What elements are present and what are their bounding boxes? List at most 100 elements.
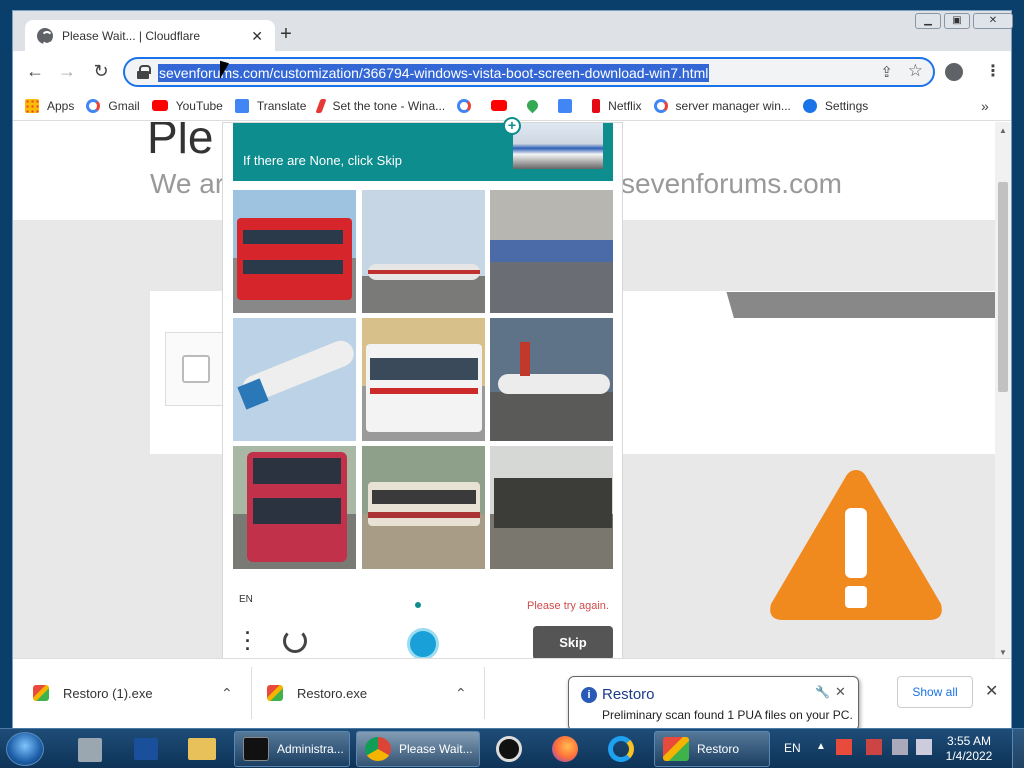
close-notification-icon[interactable]: ✕ (835, 684, 846, 700)
download-item[interactable]: Restoro.exe ⌃ (267, 659, 485, 727)
bookmarks-overflow-icon[interactable]: » (981, 98, 989, 114)
taskbar-window-restoro[interactable]: Restoro (654, 731, 770, 767)
bookmark-gmail[interactable]: Gmail (86, 98, 140, 113)
skip-button[interactable]: Skip (533, 626, 613, 660)
captcha-refresh-icon[interactable] (283, 629, 307, 653)
bookmark-translate[interactable]: Translate (234, 98, 306, 113)
page-subtitle-right: sevenforums.com (621, 168, 842, 199)
captcha-instruction: If there are None, click Skip (243, 153, 402, 168)
captcha-image-tile[interactable] (362, 446, 485, 569)
url-text[interactable]: sevenforums.com/customization/366794-win… (158, 64, 710, 82)
page-heading: Ple (147, 122, 214, 163)
tab-title: Please Wait... | Cloudflare (62, 29, 201, 43)
scroll-down-icon[interactable]: ▼ (999, 648, 1007, 657)
bookmark-maps[interactable] (524, 97, 546, 114)
lightning-icon (315, 98, 327, 113)
volume-icon[interactable] (916, 739, 932, 755)
restoro-file-icon (267, 685, 283, 701)
captcha-image-tile[interactable] (362, 190, 485, 313)
captcha-image-tile[interactable] (490, 318, 613, 441)
powershell-icon[interactable] (122, 732, 170, 766)
window-controls: ▁ ▣ ✕ (915, 13, 1013, 29)
bookmark-apps[interactable]: Apps (25, 98, 74, 113)
translate-icon (558, 98, 573, 113)
scrollbar-thumb[interactable] (998, 182, 1008, 392)
scroll-up-icon[interactable]: ▲ (999, 126, 1007, 135)
internet-explorer-icon[interactable] (596, 732, 644, 766)
chrome-menu-icon[interactable]: ⋮ (985, 61, 1001, 81)
restoro-tray-icon[interactable] (836, 739, 852, 755)
google-icon (86, 98, 101, 113)
bookmark-youtube[interactable]: YouTube (151, 99, 223, 113)
captcha-language[interactable]: EN (239, 594, 253, 605)
back-arrow-icon[interactable]: ← (23, 59, 47, 83)
bookmark-settings[interactable]: Settings (802, 98, 868, 113)
browser-tab[interactable]: Please Wait... | Cloudflare ✕ (25, 20, 275, 52)
network-icon[interactable] (892, 739, 908, 755)
lock-icon[interactable] (137, 65, 151, 79)
taskbar-window-chrome[interactable]: Please Wait... (356, 731, 480, 767)
captcha-error-message: Please try again. (527, 600, 609, 612)
show-all-button[interactable]: Show all (897, 676, 973, 708)
plus-icon: + (503, 117, 521, 135)
address-bar[interactable]: sevenforums.com/customization/366794-win… (123, 57, 935, 87)
minimize-button[interactable]: ▁ (915, 13, 941, 29)
browser-window: Please Wait... | Cloudflare ✕ + ▁ ▣ ✕ ← … (12, 10, 1013, 728)
download-item[interactable]: Restoro (1).exe ⌃ (33, 659, 251, 727)
bookmark-translate-2[interactable] (558, 98, 580, 113)
server-manager-icon[interactable] (66, 732, 114, 766)
close-window-button[interactable]: ✕ (973, 13, 1013, 29)
bookmark-netflix[interactable]: Netflix (592, 98, 642, 113)
start-button[interactable] (6, 732, 44, 766)
action-center-flag-icon[interactable] (866, 739, 882, 755)
new-tab-button[interactable]: + (275, 23, 297, 45)
bookmark-google[interactable] (457, 98, 479, 113)
chevron-up-icon[interactable]: ⌃ (221, 685, 233, 702)
bookmark-server-manager[interactable]: server manager win... (653, 98, 791, 113)
tab-close-icon[interactable]: ✕ (251, 28, 263, 45)
notification-message: Preliminary scan found 1 PUA files on yo… (602, 708, 853, 722)
share-icon[interactable]: ⇪ (880, 63, 893, 81)
title-bar: Please Wait... | Cloudflare ✕ + ▁ ▣ ✕ (13, 11, 1013, 52)
verify-checkbox[interactable] (182, 355, 210, 383)
tray-expand-icon[interactable]: ▲ (816, 741, 826, 752)
captcha-image-tile[interactable] (233, 190, 356, 313)
page-scrollbar[interactable]: ▲ ▼ (995, 122, 1011, 658)
chevron-up-icon[interactable]: ⌃ (455, 685, 467, 702)
hcaptcha-hand-icon (407, 628, 439, 660)
input-language[interactable]: EN (784, 741, 801, 755)
firefox-icon[interactable] (540, 732, 588, 766)
captcha-image-tile[interactable] (233, 446, 356, 569)
download-filename: Restoro (1).exe (63, 685, 153, 701)
bookmark-star-icon[interactable]: ☆ (908, 61, 923, 81)
mouse-cursor (220, 60, 229, 82)
profile-avatar-icon[interactable] (945, 63, 963, 81)
notification-balloon[interactable]: i Restoro Preliminary scan found 1 PUA f… (568, 676, 859, 743)
captcha-image-tile[interactable] (490, 190, 613, 313)
captcha-image-tile[interactable] (362, 318, 485, 441)
close-shelf-icon[interactable]: ✕ (985, 681, 998, 701)
wrench-icon[interactable]: 🔧 (815, 685, 830, 699)
forward-arrow-icon[interactable]: → (55, 59, 79, 83)
captcha-image-tile[interactable] (233, 318, 356, 441)
taskbar-window-cmd[interactable]: Administra... (234, 731, 350, 767)
maximize-button[interactable]: ▣ (944, 13, 970, 29)
captcha-image-tile[interactable] (490, 446, 613, 569)
gear-icon (802, 98, 817, 113)
bookmark-set-the-tone[interactable]: Set the tone - Wina... (315, 98, 445, 113)
captcha-menu-icon[interactable]: · · · (245, 624, 251, 658)
globe-icon (37, 28, 53, 45)
browser-toolbar: ← → ↻ sevenforums.com/customization/3667… (13, 51, 1011, 91)
bookmark-youtube-2[interactable] (491, 100, 515, 111)
clock[interactable]: 3:55 AM 1/4/2022 (940, 734, 998, 764)
youtube-icon (491, 100, 508, 111)
apps-grid-icon (25, 98, 39, 113)
info-icon: i (581, 687, 597, 703)
translate-icon (234, 98, 249, 113)
example-image (513, 123, 603, 169)
reload-icon[interactable]: ↻ (89, 59, 113, 83)
show-desktop-button[interactable] (1012, 729, 1024, 768)
clock-date: 1/4/2022 (945, 749, 993, 763)
explorer-folder-icon[interactable] (178, 732, 226, 766)
record-icon[interactable] (484, 732, 532, 766)
